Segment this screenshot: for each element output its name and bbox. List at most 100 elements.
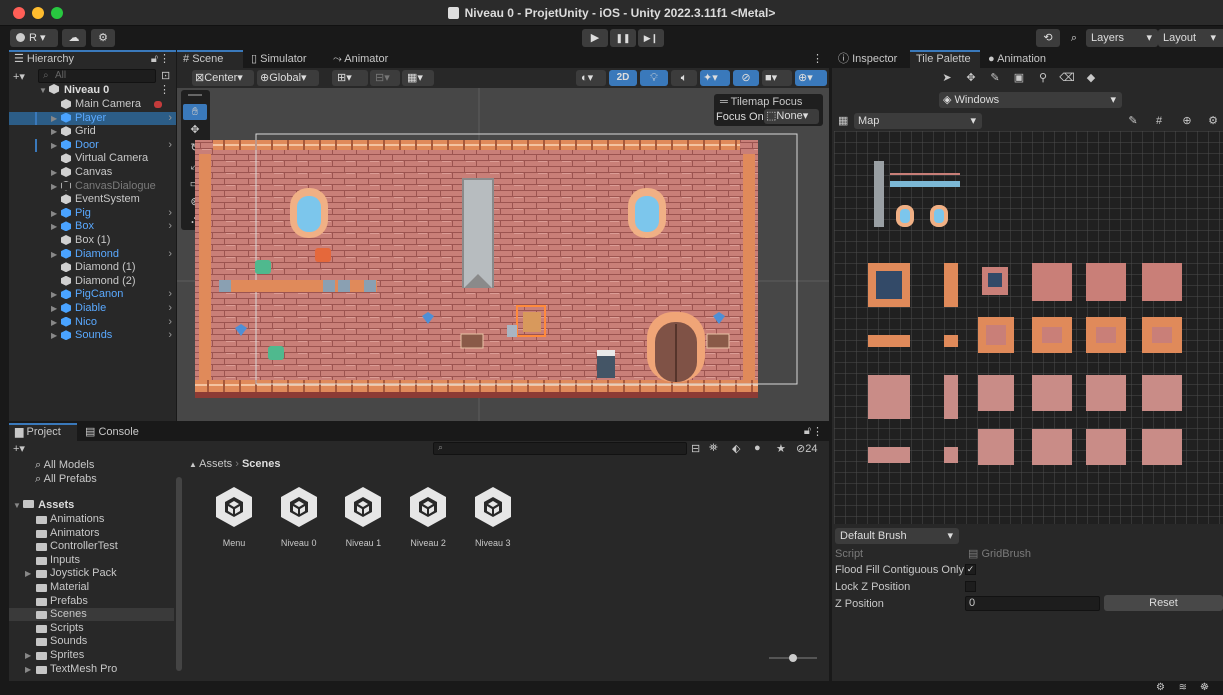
hierarchy-item[interactable]: ▶ Pig ›	[9, 207, 176, 220]
global-dropdown[interactable]: ⊕Global▾	[257, 70, 319, 86]
hierarchy-item[interactable]: Diamond (1)	[9, 261, 176, 274]
chevron-right-icon[interactable]: ›	[168, 220, 172, 233]
hierarchy-item[interactable]: ▶ Diamond ›	[9, 248, 176, 261]
tile-palette-grid[interactable]	[834, 131, 1223, 571]
play-button[interactable]: ▶	[582, 29, 608, 47]
tab-animator[interactable]: ⤳ Animator	[327, 50, 394, 68]
paintbrush-icon[interactable]: ✎	[985, 70, 1005, 86]
search-by-type-icon[interactable]: ⊟	[691, 442, 700, 455]
hierarchy-item[interactable]: Diamond (2)	[9, 275, 176, 288]
hierarchy-item[interactable]: ▶ Grid	[9, 125, 176, 138]
scene-menu-icon[interactable]: ⋮	[159, 84, 170, 97]
tree-scrollbar[interactable]	[176, 477, 182, 671]
chevron-right-icon[interactable]: ›	[168, 302, 172, 315]
hierarchy-item[interactable]: ▶ Diable ›	[9, 302, 176, 315]
scene-asset[interactable]: Niveau 1	[333, 485, 393, 548]
hierarchy-item[interactable]: Virtual Camera	[9, 152, 176, 165]
folder-item[interactable]: ▶ Joystick Pack	[9, 567, 174, 580]
search-icon[interactable]: ⌕	[1064, 29, 1084, 47]
lock-icon[interactable]: 🔓︎	[804, 425, 811, 438]
zoom-slider-track[interactable]	[769, 654, 817, 662]
hierarchy-item[interactable]: ▶ Box ›	[9, 220, 176, 233]
folder-item[interactable]: ControllerTest	[9, 540, 174, 553]
active-tilemap-dropdown[interactable]: Map ▾	[854, 113, 982, 129]
picker-icon[interactable]: ⚲	[1033, 70, 1053, 86]
zoom-slider-thumb[interactable]	[789, 654, 797, 662]
expand-arrow-icon[interactable]: ▶	[51, 139, 57, 152]
scene-root-row[interactable]: ▼ Niveau 0 ⋮	[9, 84, 176, 97]
star-icon[interactable]: ★	[776, 442, 786, 455]
folder-item[interactable]: Material	[9, 581, 174, 594]
grid-toggle-icon[interactable]: #	[1150, 113, 1168, 129]
hierarchy-item[interactable]: EventSystem	[9, 193, 176, 206]
chevron-right-icon[interactable]: ›	[168, 288, 172, 301]
lock-z-checkbox[interactable]	[965, 581, 976, 592]
hierarchy-item[interactable]: ▶ Player ›	[9, 111, 176, 125]
favorite-item[interactable]: ⌕ All Prefabs	[35, 473, 97, 486]
hierarchy-item[interactable]: ▶ PigCanon ›	[9, 288, 176, 301]
select-tool-icon[interactable]: ➤	[937, 70, 957, 86]
toggle-2d-button[interactable]: 2D	[609, 70, 637, 86]
tab-tile-palette[interactable]: Tile Palette	[910, 50, 980, 68]
expand-arrow-icon[interactable]: ▶	[25, 567, 31, 580]
create-asset-button[interactable]: +▾	[13, 442, 25, 455]
expand-arrow-icon[interactable]: ▶	[51, 112, 57, 125]
debug-icon[interactable]: ⚙	[1156, 682, 1165, 693]
folder-item[interactable]: Prefabs	[9, 595, 174, 608]
project-search-input[interactable]: ⌕	[433, 442, 687, 455]
expand-arrow-icon[interactable]: ▶	[51, 248, 57, 261]
scene-asset[interactable]: Niveau 3	[463, 485, 523, 548]
kebab-menu-icon[interactable]: ⋮	[159, 52, 170, 67]
fill-bucket-icon[interactable]: ◆	[1081, 70, 1101, 86]
scene-asset[interactable]: Niveau 0	[269, 485, 329, 548]
folder-item[interactable]: Scenes	[9, 608, 174, 622]
hierarchy-item[interactable]: ▶ Sounds ›	[9, 329, 176, 342]
layers-status-icon[interactable]: ≋	[1179, 682, 1187, 693]
settings-gear-icon[interactable]: ⚙	[91, 29, 115, 47]
chevron-right-icon[interactable]: ›	[168, 139, 172, 152]
expand-arrow-icon[interactable]: ▶	[51, 180, 57, 193]
hierarchy-item[interactable]: ▶ Door ›	[9, 138, 176, 152]
tab-scene[interactable]: # Scene	[177, 50, 243, 68]
expand-arrow-icon[interactable]: ▶	[51, 316, 57, 329]
bug-icon[interactable]: ☸	[1200, 682, 1209, 693]
hierarchy-item[interactable]: Main Camera	[9, 98, 176, 111]
cloud-icon[interactable]: ☁	[62, 29, 86, 47]
breadcrumb-scenes[interactable]: Scenes	[242, 458, 281, 470]
layers-dropdown[interactable]: Layers ▾	[1086, 29, 1158, 47]
filter-icon[interactable]: ⊡	[161, 69, 170, 82]
kebab-menu-icon[interactable]: ⋮	[812, 52, 823, 65]
chevron-right-icon[interactable]: ›	[168, 248, 172, 261]
gizmo-toggle-icon[interactable]: ⊕	[1178, 113, 1196, 129]
tab-simulator[interactable]: ▯ Simulator	[245, 50, 313, 68]
tab-hierarchy[interactable]: ☰ Hierarchy 🔓︎ ⋮	[9, 50, 176, 68]
folder-item[interactable]: Animators	[9, 527, 174, 540]
scene-asset[interactable]: Menu	[204, 485, 264, 548]
brush-dropdown[interactable]: Default Brush ▾	[835, 528, 959, 544]
chevron-right-icon[interactable]: ›	[168, 207, 172, 220]
breadcrumb-assets[interactable]: Assets	[199, 458, 232, 470]
hierarchy-search-input[interactable]: ⌕ All	[38, 69, 156, 83]
step-button[interactable]: ▶❙	[638, 29, 664, 47]
layout-dropdown[interactable]: Layout ▾	[1158, 29, 1223, 47]
expand-arrow-icon[interactable]: ▶	[51, 220, 57, 233]
expand-arrow-icon[interactable]: ▶	[51, 207, 57, 220]
chevron-right-icon[interactable]: ›	[168, 329, 172, 342]
scene-viewport[interactable]	[177, 88, 829, 421]
move-tool-icon[interactable]: ✥	[961, 70, 981, 86]
chevron-right-icon[interactable]: ›	[168, 112, 172, 125]
favorite-item[interactable]: ⌕ All Models	[35, 459, 94, 472]
expand-arrow-icon[interactable]: ▶	[51, 125, 57, 138]
scene-asset[interactable]: Niveau 2	[398, 485, 458, 548]
camera-dropdown[interactable]: ■▾	[762, 70, 792, 86]
expand-arrow-icon[interactable]: ▶	[51, 329, 57, 342]
hierarchy-item[interactable]: ▶ Canvas	[9, 166, 176, 179]
hierarchy-item[interactable]: Box (1)	[9, 234, 176, 247]
assets-root-folder[interactable]: ▼ Assets	[13, 499, 74, 512]
kebab-menu-icon[interactable]: ⋮	[812, 425, 823, 438]
expand-arrow-icon[interactable]: ▶	[51, 302, 57, 315]
eraser-icon[interactable]: ⌫	[1057, 70, 1077, 86]
settings-gear-icon[interactable]: ⚙	[1204, 113, 1222, 129]
breadcrumb-collapse-icon[interactable]: ▲	[189, 460, 199, 469]
tab-console[interactable]: ▤ Console	[79, 423, 145, 441]
